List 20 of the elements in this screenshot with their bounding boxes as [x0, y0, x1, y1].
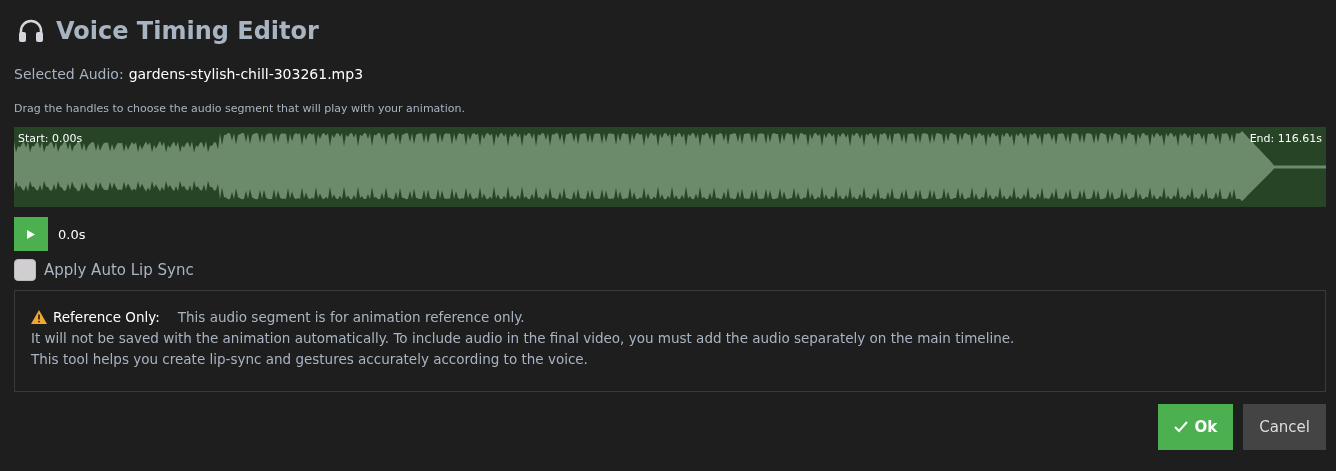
audio-label: Selected Audio: — [14, 66, 124, 82]
end-time-label: End: 116.61s — [1249, 132, 1322, 145]
cancel-button[interactable]: Cancel — [1243, 404, 1326, 450]
play-button[interactable] — [14, 217, 48, 251]
check-icon — [1174, 421, 1189, 433]
checkbox[interactable] — [14, 259, 36, 281]
notice-text: It will not be saved with the animation automatically. To include audio in the final video, you must add the audio separately on the main timeline. — [31, 330, 1016, 346]
notice-text: This audio segment is for animation reference only. — [177, 309, 525, 325]
checkbox-label: Apply Auto Lip Sync — [44, 261, 194, 279]
playback-time: 0.0s — [58, 226, 86, 242]
start-time-label: Start: 0.00s — [18, 132, 83, 145]
instruction-text: Drag the handles to choose the audio segment that will play with your animation. — [14, 102, 466, 115]
warning-icon — [31, 310, 47, 324]
play-icon — [27, 229, 35, 239]
notice-heading: Reference Only: — [53, 309, 160, 325]
headphones-icon — [18, 19, 44, 43]
notice-text: This tool helps you create lip-sync and gestures accurately according to the voice. — [31, 351, 589, 367]
window-title: Voice Timing Editor — [56, 17, 319, 45]
audio-filename: gardens-stylish-chill-303261.mp3 — [128, 66, 364, 82]
waveform-panel[interactable]: Start: 0.00s End: 116.61s — [14, 127, 1326, 207]
